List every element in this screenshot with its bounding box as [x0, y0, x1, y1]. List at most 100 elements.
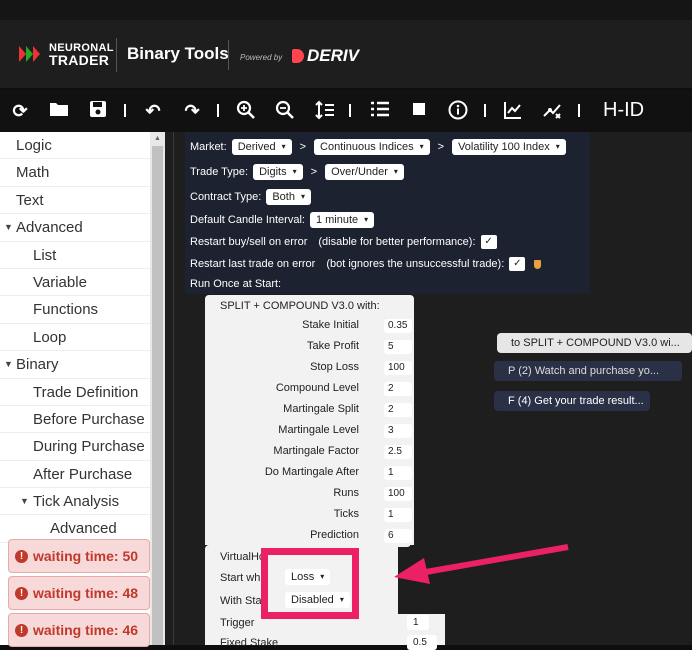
param-value-input[interactable]: 5 [384, 340, 412, 354]
chart-icon[interactable] [502, 100, 524, 122]
restart-row: Restart buy/sell on error (disable for b… [190, 235, 497, 249]
scroll-thumb[interactable] [152, 146, 163, 645]
scroll-up-icon[interactable]: ▲ [154, 135, 161, 142]
toast-text: waiting time: 50 [33, 548, 139, 564]
waiting-time-toast[interactable]: ! waiting time: 48 [8, 576, 150, 610]
candle-interval-value: 1 minute [315, 214, 359, 226]
sidebar-item-trade-definition[interactable]: Trade Definition [0, 379, 150, 406]
sidebar-item-variable[interactable]: Variable [0, 269, 150, 297]
param-value-input[interactable]: 0.35 [384, 319, 412, 333]
watch-purchase-block[interactable]: P (2) Watch and purchase yo... [494, 361, 682, 381]
sidebar-item-label: Functions [33, 301, 99, 319]
param-value-input[interactable]: 1 [384, 508, 412, 522]
sidebar-item-before-purchase[interactable]: Before Purchase [0, 406, 150, 434]
param-value-input[interactable]: 2 [384, 403, 412, 417]
param-value-input[interactable]: 100 [384, 487, 412, 501]
candle-interval-row: Default Candle Interval: 1 minute [190, 212, 375, 228]
param-label: Stake Initial [302, 319, 359, 331]
stop-icon[interactable] [408, 100, 430, 122]
toolbar-divider [124, 104, 126, 117]
reset-icon[interactable]: ⟳ [9, 100, 31, 122]
sidebar-item-after-purchase[interactable]: After Purchase [0, 461, 150, 489]
fixed-stake-label: Fixed Stake [220, 637, 279, 649]
neuronal-trader-logo-icon [19, 46, 40, 62]
trade-parameters-block[interactable]: Market: Derived > Continuous Indices > V… [185, 132, 590, 294]
toast-text: waiting time: 48 [33, 585, 139, 601]
trade-result-label: F (4) Get your trade result... [508, 395, 644, 407]
sidebar-item-during-purchase[interactable]: During Purchase [0, 433, 150, 461]
list-icon[interactable] [369, 100, 391, 122]
param-value-input[interactable]: 2.5 [384, 445, 412, 459]
restart-checkbox[interactable]: ✓ [480, 235, 497, 249]
sidebar-item-loop[interactable]: Loop [0, 324, 150, 352]
sidebar-item-label: Variable [33, 273, 87, 291]
info-icon[interactable] [447, 100, 469, 122]
top-strip [0, 0, 692, 20]
toolbar-divider [217, 104, 219, 117]
zoom-in-icon[interactable] [235, 100, 257, 122]
logo-text: NEURONAL TRADER [49, 42, 114, 67]
trade-subtype-dropdown[interactable]: Over/Under [325, 164, 404, 180]
sidebar-item-functions[interactable]: Functions [0, 296, 150, 324]
trade-type-dropdown[interactable]: Digits [253, 164, 303, 180]
open-folder-icon[interactable] [48, 100, 70, 122]
sidebar-item-tick-analysis[interactable]: ▼ Tick Analysis [0, 488, 150, 516]
trade-type-label: Trade Type: [190, 166, 249, 178]
contract-type-row: Contract Type: Both [190, 189, 311, 205]
transform-icon[interactable] [541, 100, 563, 122]
trade-type-value: Digits [259, 166, 287, 178]
contract-type-dropdown[interactable]: Both [266, 189, 311, 205]
param-value-input[interactable]: 3 [384, 424, 412, 438]
procedure-param-row: Compound Level 2 [205, 378, 414, 400]
param-value-input[interactable]: 2 [384, 382, 412, 396]
trade-result-block[interactable]: F (4) Get your trade result... [494, 391, 650, 411]
caret-down-icon: ▼ [20, 496, 29, 507]
symbol-dropdown[interactable]: Volatility 100 Index [452, 139, 566, 155]
candle-interval-dropdown[interactable]: 1 minute [309, 212, 375, 228]
sidebar-item-label: Tick Analysis [33, 493, 120, 511]
chevron-right-icon: > [310, 166, 318, 178]
trigger-value[interactable]: 1 [407, 615, 429, 630]
sidebar-item-label: Before Purchase [33, 410, 145, 428]
waiting-time-toast[interactable]: ! waiting time: 50 [8, 539, 150, 573]
param-label: Stop Loss [310, 361, 359, 373]
call-block-split-compound[interactable]: to SPLIT + COMPOUND V3.0 wi... [497, 333, 692, 353]
restart-last-checkbox[interactable]: ✓ [509, 257, 526, 271]
param-label: Ticks [333, 508, 359, 520]
sort-icon[interactable] [314, 100, 336, 122]
zoom-out-icon[interactable] [274, 100, 296, 122]
run-once-row: Run Once at Start: [190, 278, 281, 290]
trade-subtype-value: Over/Under [331, 166, 388, 178]
annotation-arrow-icon [394, 544, 569, 584]
procedure-param-row: Take Profit 5 [205, 336, 414, 358]
header-divider [116, 38, 117, 72]
param-value-input[interactable]: 1 [384, 466, 412, 480]
toolbar-divider [578, 104, 580, 117]
param-value-input[interactable]: 100 [384, 361, 412, 375]
redo-icon[interactable]: ↷ [181, 100, 203, 122]
sidebar-item-logic[interactable]: Logic [0, 132, 150, 160]
fixed-stake-value[interactable]: 0.5 [407, 635, 437, 650]
user-code[interactable]: H-ID [603, 99, 644, 122]
waiting-time-toast[interactable]: ! waiting time: 46 [8, 613, 150, 647]
annotation-highlight-box [261, 548, 359, 619]
submarket-value: Continuous Indices [320, 141, 414, 153]
deriv-mark-icon [292, 49, 304, 63]
param-value-input[interactable]: 6 [384, 529, 412, 543]
procedure-param-row: Stop Loss 100 [205, 357, 414, 379]
sidebar-item-text[interactable]: Text [0, 187, 150, 215]
submarket-dropdown[interactable]: Continuous Indices [314, 139, 430, 155]
market-dropdown[interactable]: Derived [231, 139, 292, 155]
start-when-label: Start wh [220, 572, 261, 584]
sidebar-item-math[interactable]: Math [0, 159, 150, 187]
powered-by-label: Powered by [240, 53, 283, 62]
undo-icon[interactable]: ↶ [142, 100, 164, 122]
sidebar-scrollbar[interactable]: ▲ [150, 132, 165, 645]
sidebar-item-binary[interactable]: ▼ Binary [0, 351, 150, 379]
sidebar-item-list[interactable]: List [0, 242, 150, 269]
sidebar-item-label: During Purchase [33, 438, 145, 456]
param-label: Take Profit [307, 340, 359, 352]
sidebar-item-advanced[interactable]: ▼ Advanced [0, 214, 150, 242]
save-icon[interactable] [87, 100, 109, 122]
param-label: Runs [333, 487, 359, 499]
